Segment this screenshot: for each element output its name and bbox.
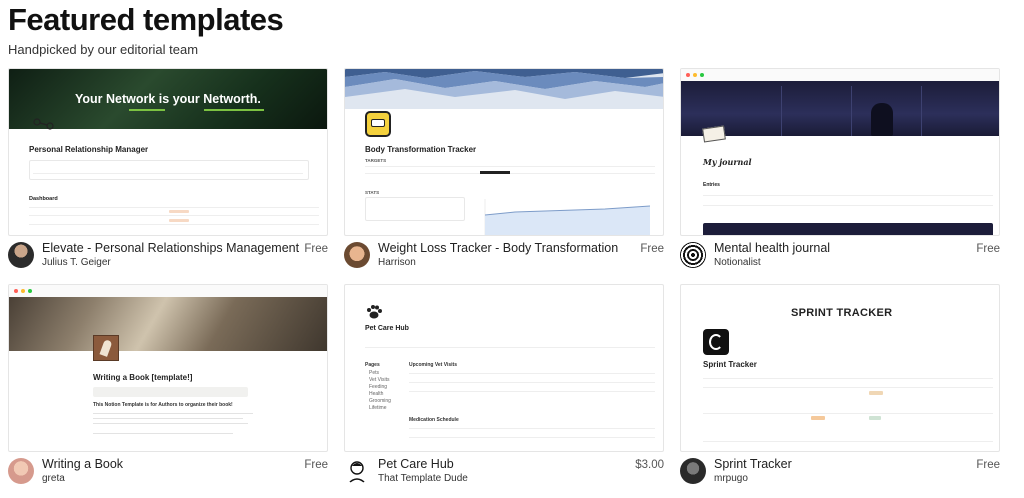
preview-page-title: Writing a Book [template!] <box>93 373 193 382</box>
page-link[interactable]: Lifetime <box>369 405 387 411</box>
page-link[interactable]: Grooming <box>369 398 391 404</box>
page-link[interactable]: Vet Visits <box>369 377 389 383</box>
page-link[interactable]: Pets <box>369 370 379 376</box>
author-avatar <box>344 242 370 268</box>
template-card-elevate[interactable]: Your Network is your Networth. Personal … <box>8 68 328 278</box>
template-name[interactable]: Mental health journal <box>714 241 830 255</box>
window-bar <box>9 285 327 297</box>
template-price: $3.00 <box>635 459 664 471</box>
preview-entries-label: Entries <box>703 182 720 188</box>
template-meta: Pet Care Hub That Template Dude $3.00 <box>344 456 664 492</box>
preview-stats-label: STATS <box>365 190 380 195</box>
page-title: Featured templates <box>8 2 284 37</box>
vet-visits-heading: Upcoming Vet Visits <box>409 362 457 368</box>
preview-page-title: Pet Care Hub <box>365 325 409 332</box>
template-card-writing-book[interactable]: Writing a Book [template!] This Notion T… <box>8 284 328 494</box>
template-preview[interactable]: Writing a Book [template!] This Notion T… <box>8 284 328 452</box>
template-preview[interactable]: Your Network is your Networth. Personal … <box>8 68 328 236</box>
template-preview[interactable]: Body Transformation Tracker TARGETS STAT… <box>344 68 664 236</box>
template-price: Free <box>304 459 328 471</box>
page-link[interactable]: Feeding <box>369 384 387 390</box>
preview-page-title: Sprint Tracker <box>703 360 757 369</box>
template-author[interactable]: Notionalist <box>714 257 761 268</box>
template-author[interactable]: Harrison <box>378 257 416 268</box>
banner-underline <box>129 109 165 111</box>
template-card-sprint-tracker[interactable]: SPRINT TRACKER Sprint Tracker Sprint Tra… <box>680 284 1000 494</box>
author-avatar <box>8 458 34 484</box>
author-avatar <box>344 458 370 484</box>
template-price: Free <box>976 243 1000 255</box>
template-preview[interactable]: Pet Care Hub Pages Pets Vet Visits Feedi… <box>344 284 664 452</box>
template-meta: Sprint Tracker mrpugo Free <box>680 456 1000 492</box>
medication-heading: Medication Schedule <box>409 417 459 423</box>
network-icon <box>33 117 55 131</box>
template-name[interactable]: Weight Loss Tracker - Body Transformatio… <box>378 241 618 255</box>
template-author[interactable]: That Template Dude <box>378 473 468 484</box>
night-banner <box>681 81 999 136</box>
pages-list: Pages Pets Vet Visits Feeding Health Gro… <box>365 362 391 411</box>
template-card-mental-health[interactable]: My journal Entries Mental health journal… <box>680 68 1000 278</box>
template-author[interactable]: mrpugo <box>714 473 748 484</box>
mountain-banner <box>345 69 663 109</box>
template-meta: Mental health journal Notionalist Free <box>680 240 1000 276</box>
quill-icon <box>93 335 119 361</box>
page-subtitle: Handpicked by our editorial team <box>8 42 199 57</box>
preview-page-title: My journal <box>703 157 752 167</box>
template-meta: Elevate - Personal Relationships Managem… <box>8 240 328 276</box>
books-banner <box>9 297 327 351</box>
template-price: Free <box>976 459 1000 471</box>
paw-icon <box>365 303 383 321</box>
preview-body: This Notion Template is for Authors to o… <box>93 402 233 408</box>
sprint-logo-icon <box>703 329 729 355</box>
template-meta: Weight Loss Tracker - Body Transformatio… <box>344 240 664 276</box>
template-name[interactable]: Writing a Book <box>42 457 123 471</box>
template-name[interactable]: Pet Care Hub <box>378 457 454 471</box>
author-avatar <box>680 242 706 268</box>
entry-row <box>703 223 993 235</box>
banner-text: SPRINT TRACKER <box>791 307 893 319</box>
window-bar <box>681 69 999 81</box>
weight-line-chart <box>484 199 651 235</box>
template-price: Free <box>640 243 664 255</box>
preview-section: Dashboard <box>29 196 58 202</box>
stats-box <box>365 197 465 221</box>
banner-underline <box>204 109 264 111</box>
template-author[interactable]: greta <box>42 473 65 484</box>
author-avatar <box>680 458 706 484</box>
quote-callout <box>93 387 248 397</box>
author-avatar <box>8 242 34 268</box>
preview-page-title: Personal Relationship Manager <box>29 145 149 154</box>
book-icon <box>702 125 726 143</box>
template-preview[interactable]: SPRINT TRACKER Sprint Tracker <box>680 284 1000 452</box>
template-meta: Writing a Book greta Free <box>8 456 328 492</box>
template-card-pet-care[interactable]: Pet Care Hub Pages Pets Vet Visits Feedi… <box>344 284 664 494</box>
scale-icon <box>365 111 391 137</box>
template-card-weight-loss[interactable]: Body Transformation Tracker TARGETS STAT… <box>344 68 664 278</box>
template-author[interactable]: Julius T. Geiger <box>42 257 111 268</box>
page-link[interactable]: Health <box>369 391 383 397</box>
template-name[interactable]: Elevate - Personal Relationships Managem… <box>42 241 299 255</box>
preview-page-title: Body Transformation Tracker <box>365 145 477 154</box>
preview-banner: Your Network is your Networth. <box>9 69 327 129</box>
preview-targets-label: TARGETS <box>365 158 387 163</box>
template-preview[interactable]: My journal Entries <box>680 68 1000 236</box>
preview-box <box>29 160 309 180</box>
template-name[interactable]: Sprint Tracker <box>714 457 792 471</box>
template-price: Free <box>304 243 328 255</box>
banner-text: Your Network is your Networth. <box>75 92 261 106</box>
